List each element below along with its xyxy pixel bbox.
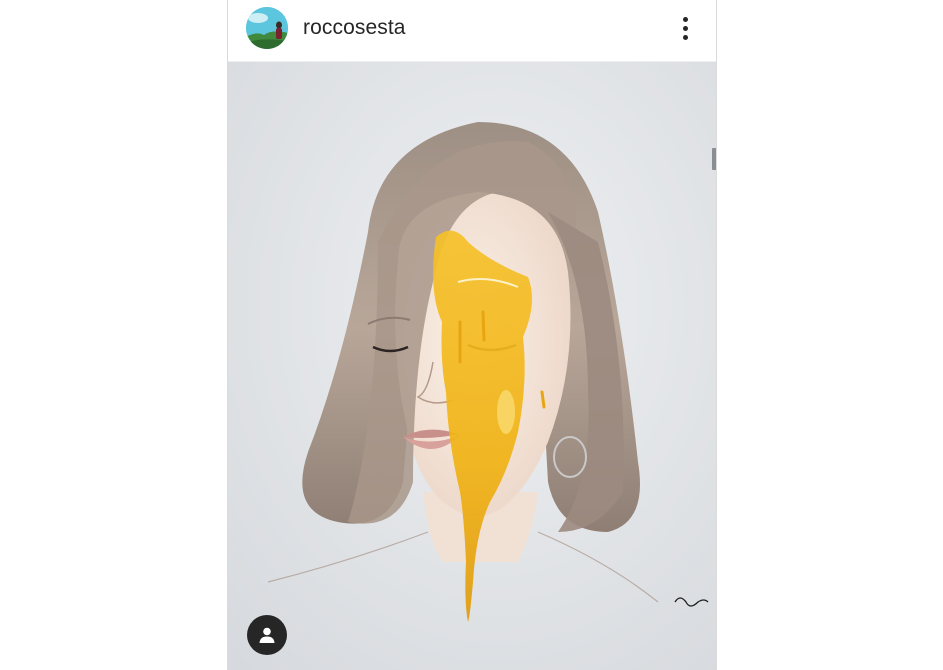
artwork-drawing [228, 62, 716, 670]
dot [682, 34, 688, 40]
avatar-image [246, 7, 288, 49]
instagram-post: roccosesta [227, 0, 717, 670]
post-header: roccosesta [228, 0, 716, 62]
media-scrollbar[interactable] [712, 148, 716, 170]
person-icon [259, 627, 275, 643]
post-image[interactable] [228, 62, 716, 670]
more-options-icon[interactable] [671, 12, 699, 44]
dot [682, 16, 688, 22]
user-tag-icon[interactable] [247, 615, 287, 655]
profile-avatar[interactable] [246, 7, 288, 49]
dot [682, 25, 688, 31]
username[interactable]: roccosesta [303, 15, 406, 41]
